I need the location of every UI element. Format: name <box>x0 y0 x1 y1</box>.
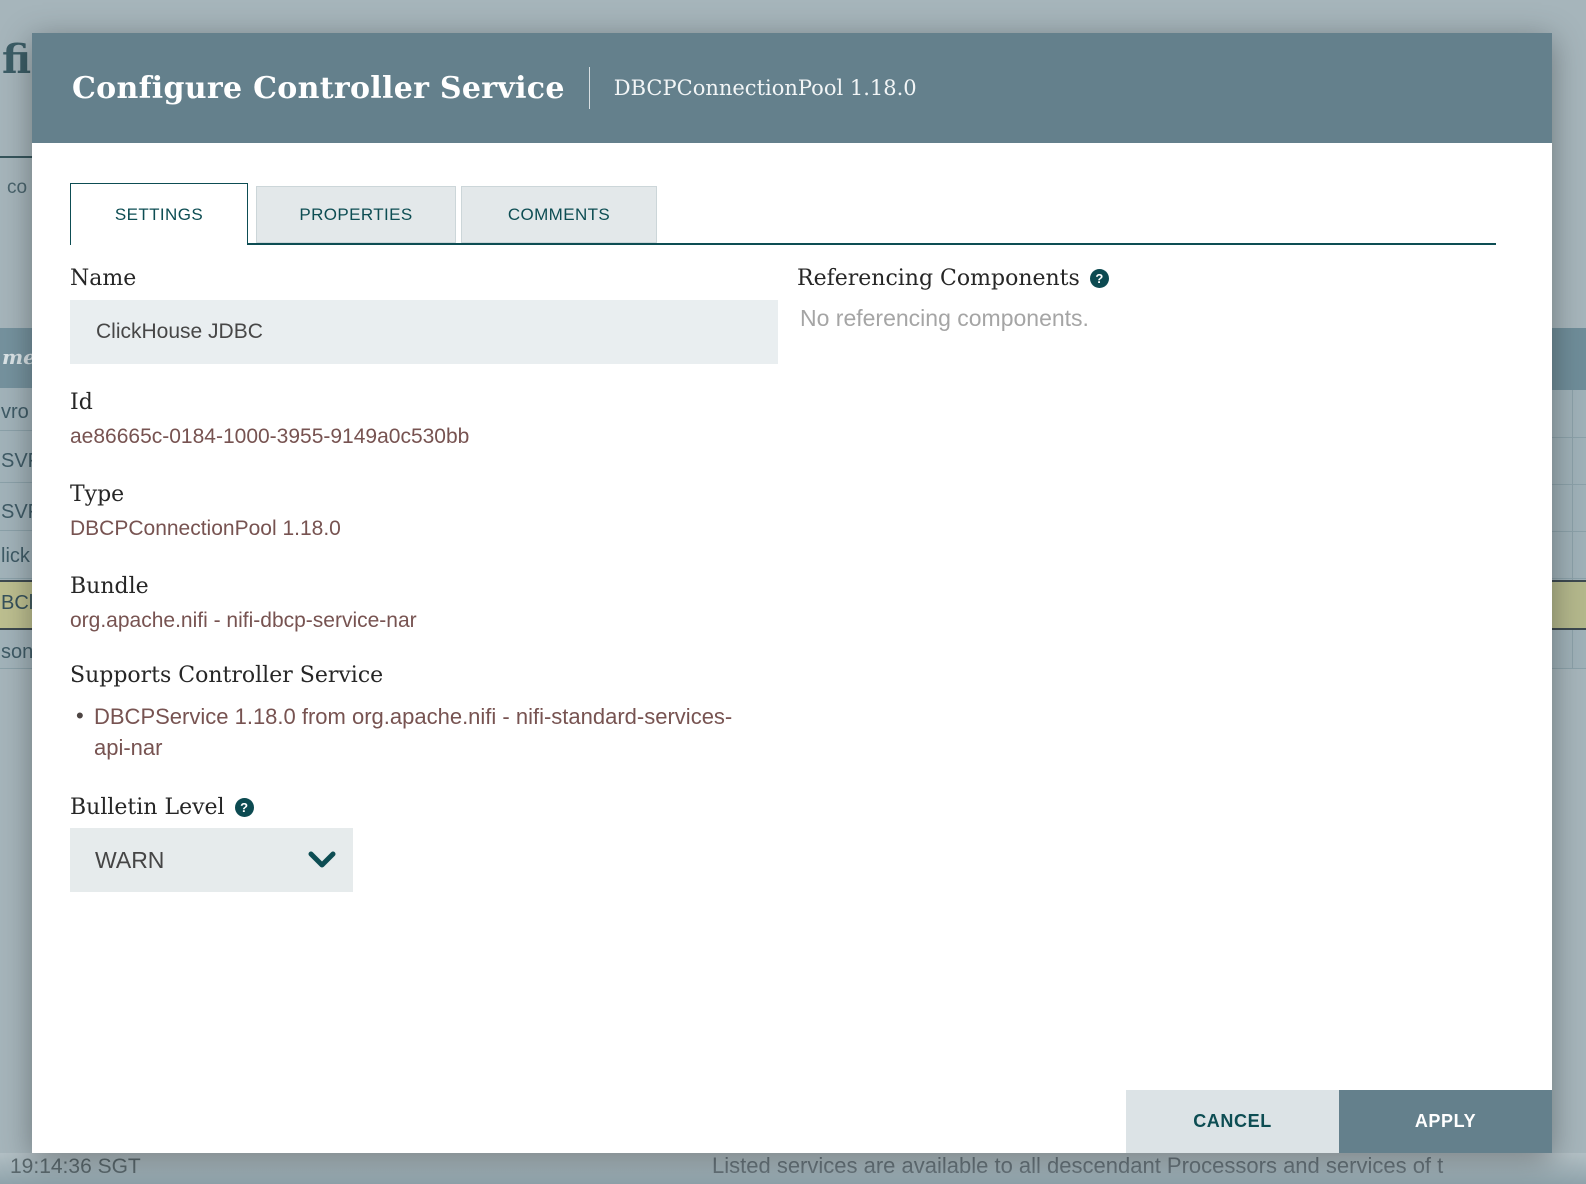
row-divider <box>0 578 32 579</box>
bulletin-level-label: Bulletin Level? <box>70 795 254 820</box>
dialog-title: Configure Controller Service <box>72 71 565 106</box>
tab-properties[interactable]: PROPERTIES <box>256 186 456 243</box>
row-divider <box>0 530 32 531</box>
apply-button[interactable]: APPLY <box>1339 1090 1552 1153</box>
bulletin-level-dropdown[interactable]: WARN <box>70 828 353 892</box>
background-table-header-fragment: me <box>2 345 36 369</box>
configure-controller-service-dialog: Configure Controller Service DBCPConnect… <box>32 33 1552 1153</box>
bundle-label: Bundle <box>70 574 149 599</box>
name-label: Name <box>70 266 136 291</box>
row-divider <box>1552 668 1586 669</box>
background-divider-line <box>0 156 32 158</box>
dialog-subtitle: DBCPConnectionPool 1.18.0 <box>614 76 917 100</box>
no-referencing-components-text: No referencing components. <box>800 305 1089 332</box>
background-table-header-right <box>1552 328 1586 390</box>
footer-help-text: Listed services are available to all des… <box>712 1153 1443 1179</box>
id-label: Id <box>70 390 93 415</box>
row-divider <box>1552 578 1586 579</box>
referencing-components-label-text: Referencing Components <box>797 266 1080 291</box>
id-value: ae86665c-0184-1000-3955-9149a0c530bb <box>70 425 469 449</box>
supports-controller-service-label: Supports Controller Service <box>70 663 383 688</box>
referencing-components-label: Referencing Components? <box>797 266 1109 291</box>
clock-timestamp: 19:14:36 SGT <box>10 1155 141 1179</box>
table-row: lick <box>1 545 30 568</box>
row-divider <box>0 668 32 669</box>
background-tab-fragment: co <box>7 177 27 199</box>
table-row-selected-right <box>1552 580 1586 630</box>
help-icon[interactable]: ? <box>235 798 254 817</box>
row-divider <box>1552 531 1586 532</box>
chevron-down-icon <box>307 850 337 875</box>
table-row: vro <box>1 401 29 424</box>
tab-comments[interactable]: COMMENTS <box>461 186 657 243</box>
dialog-header: Configure Controller Service DBCPConnect… <box>32 33 1552 143</box>
tab-bar: SETTINGS PROPERTIES COMMENTS <box>70 183 1496 247</box>
row-divider <box>0 430 32 431</box>
bulletin-level-label-text: Bulletin Level <box>70 795 225 820</box>
bulletin-level-value: WARN <box>95 847 164 874</box>
table-row-selected-fragment: BCl <box>1 592 33 615</box>
table-row: son <box>1 641 33 664</box>
title-separator <box>589 67 590 109</box>
bundle-value: org.apache.nifi - nifi-dbcp-service-nar <box>70 609 417 633</box>
type-label: Type <box>70 482 124 507</box>
type-value: DBCPConnectionPool 1.18.0 <box>70 517 341 541</box>
tab-underline <box>70 243 1496 245</box>
row-divider <box>0 482 32 483</box>
cancel-button[interactable]: CANCEL <box>1126 1090 1339 1153</box>
row-divider <box>1552 484 1586 485</box>
supports-controller-service-item: DBCPService 1.18.0 from org.apache.nifi … <box>94 701 762 763</box>
name-input[interactable] <box>70 300 778 364</box>
help-icon[interactable]: ? <box>1090 269 1109 288</box>
tab-settings[interactable]: SETTINGS <box>70 183 248 245</box>
row-divider <box>1552 437 1586 438</box>
bullet-icon: • <box>76 703 84 729</box>
